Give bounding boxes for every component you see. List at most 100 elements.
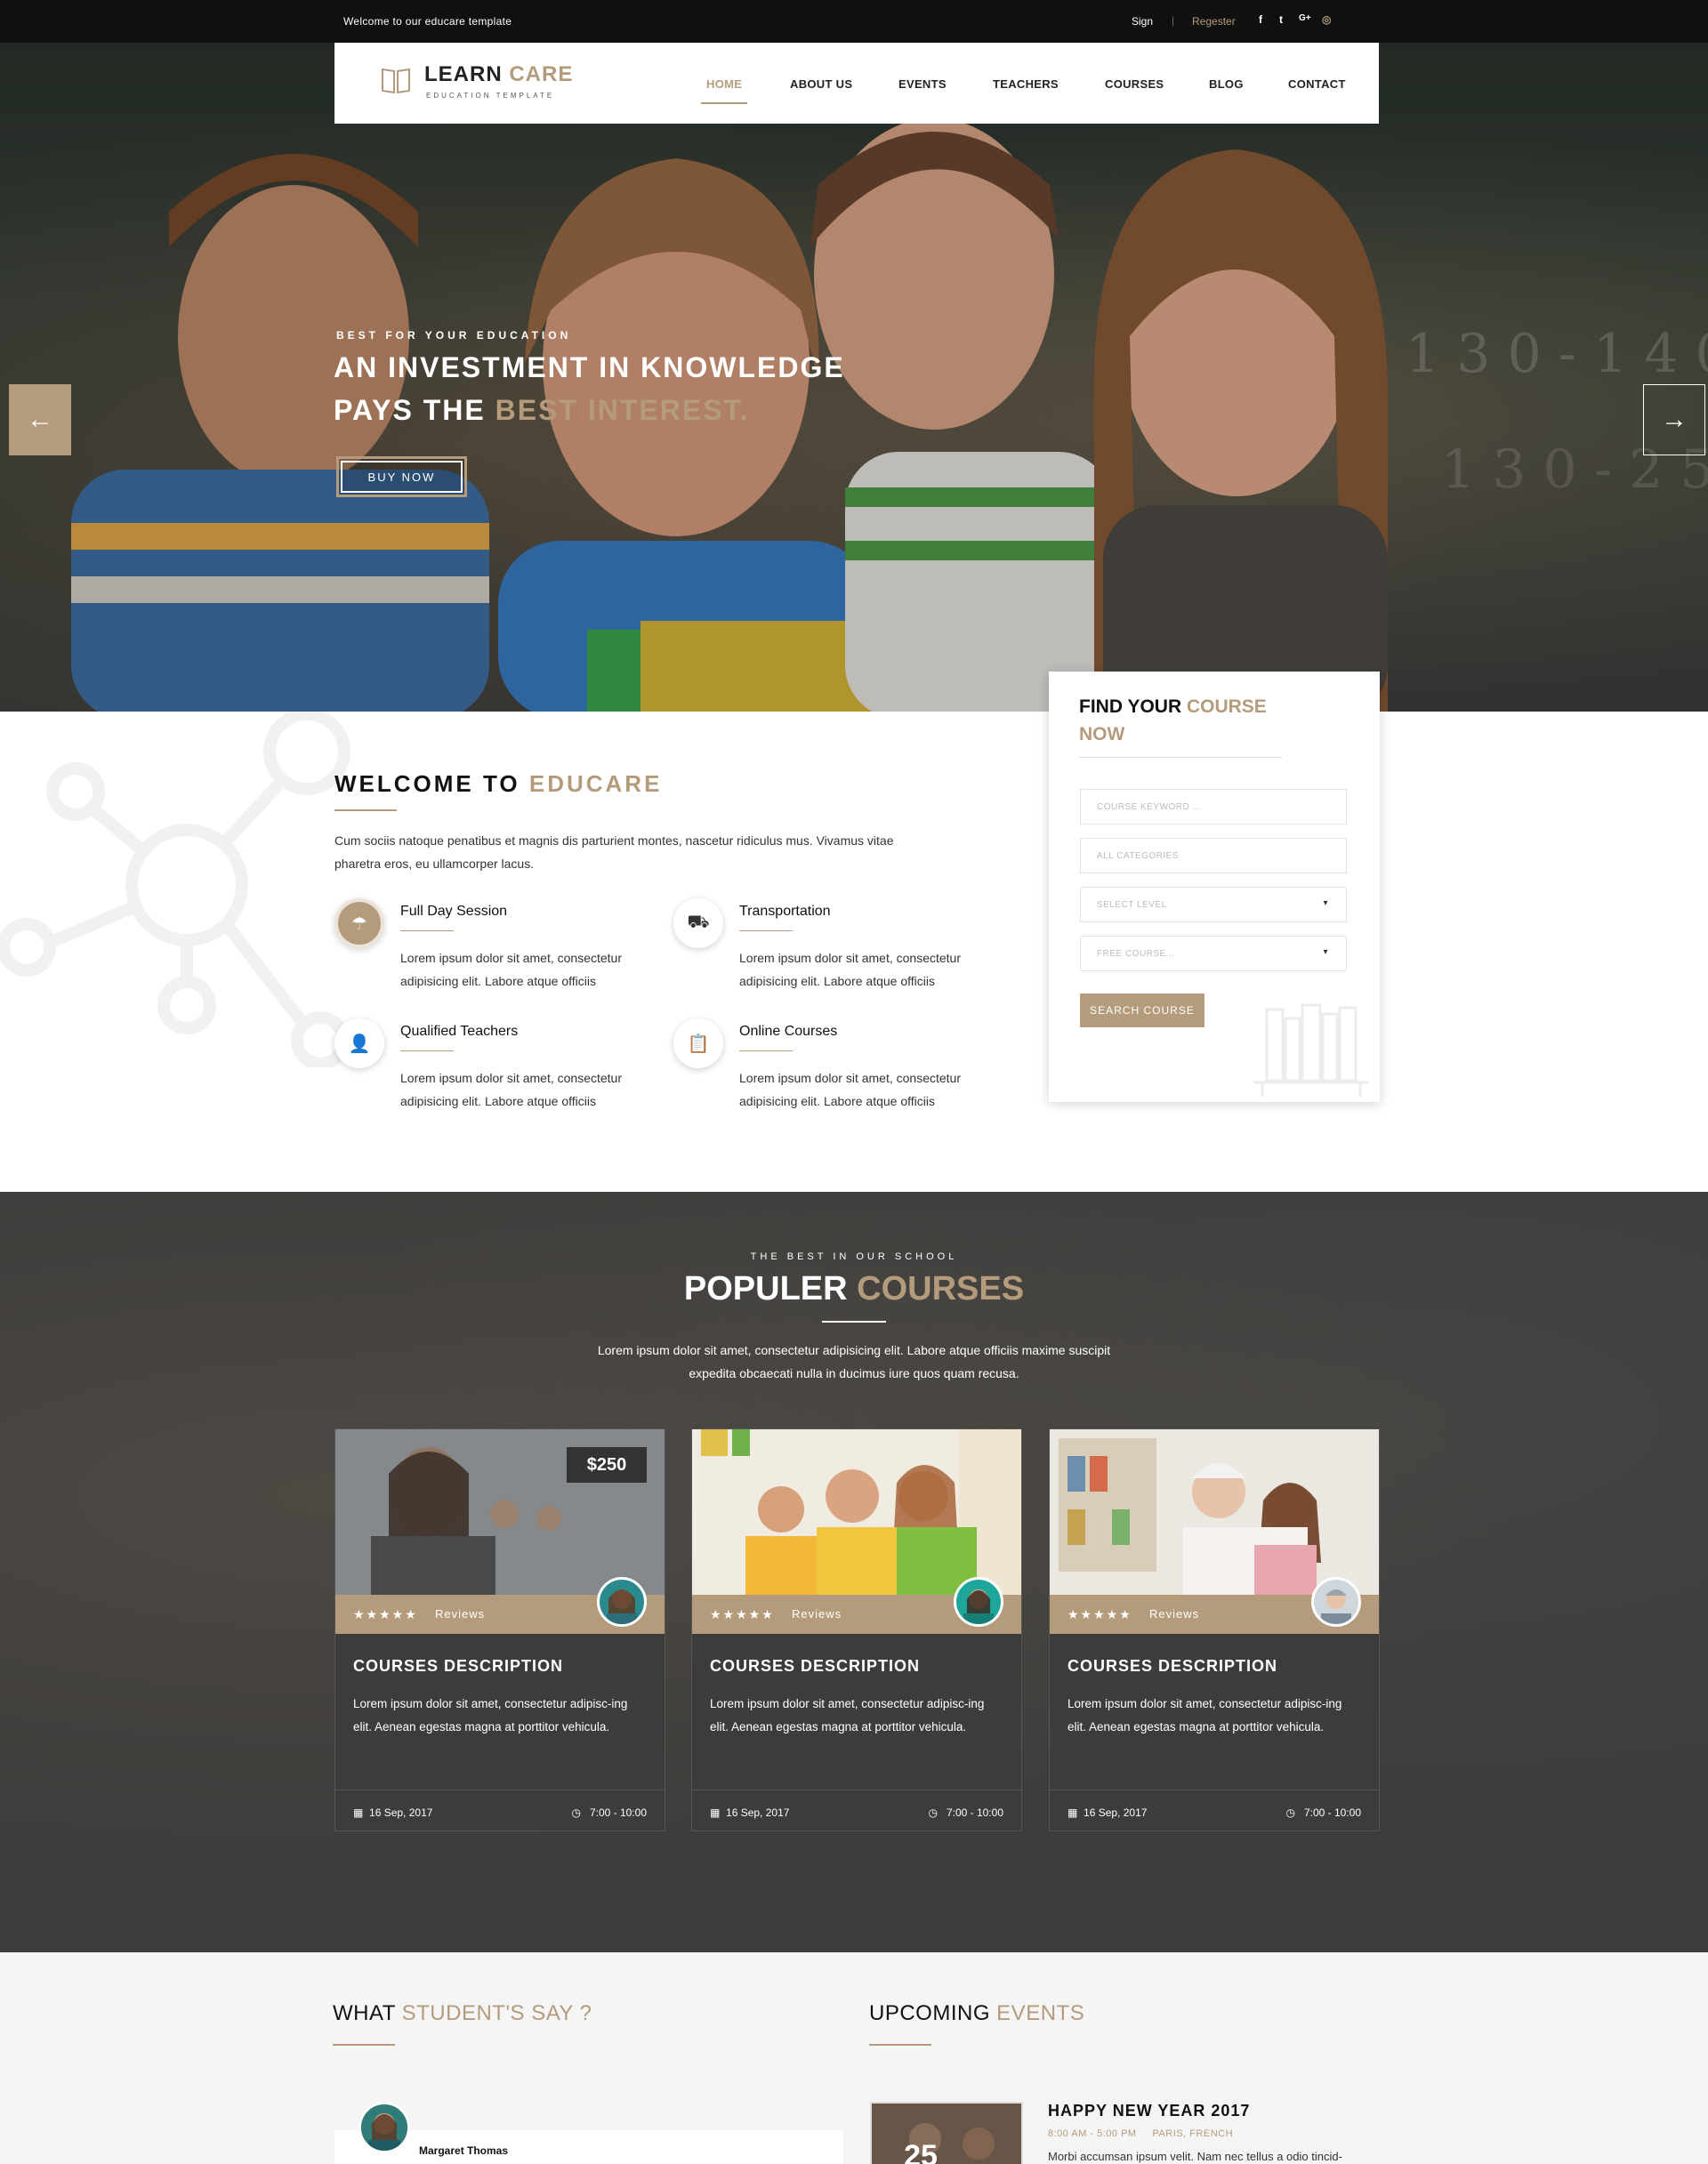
all-categories-input[interactable]: ALL CATEGORIES	[1080, 838, 1347, 873]
nav-events[interactable]: EVENTS	[898, 77, 947, 91]
nav-home[interactable]: HOME	[706, 77, 742, 91]
find-course-title-part1: FIND YOUR	[1079, 696, 1187, 717]
feature-title: Qualified Teachers	[400, 1024, 519, 1039]
course-title[interactable]: COURSES DESCRIPTION	[353, 1657, 563, 1676]
slider-next-button[interactable]: →	[1643, 384, 1705, 455]
reviews-label: Reviews	[1149, 1607, 1200, 1621]
course-date-value: 16 Sep, 2017	[726, 1806, 790, 1819]
course-description: Lorem ipsum dolor sit amet, consectetur …	[353, 1697, 628, 1734]
hero-pretitle: BEST FOR YOUR EDUCATION	[336, 329, 572, 342]
clock-icon: ◷	[928, 1806, 938, 1819]
calendar-icon: ▦	[710, 1806, 721, 1819]
open-book-icon	[382, 68, 410, 94]
find-course-title-part2: COURSE	[1186, 696, 1267, 717]
nav-about-us[interactable]: ABOUT US	[790, 77, 852, 91]
student-avatar	[359, 2102, 410, 2153]
testimonials-title: WHAT STUDENT'S SAY ?	[333, 2001, 592, 2026]
user-icon: 👤	[334, 1018, 384, 1068]
course-date-value: 16 Sep, 2017	[369, 1806, 433, 1819]
course-image	[692, 1429, 1021, 1595]
calendar-icon: ▦	[353, 1806, 364, 1819]
feature-text: Lorem ipsum dolor sit amet, consectetur …	[400, 1071, 622, 1108]
reviews-label: Reviews	[435, 1607, 486, 1621]
testimonials-title-part1: WHAT	[333, 2001, 402, 2025]
select-level-dropdown[interactable]: SELECT LEVEL ▾	[1080, 887, 1347, 922]
nav-blog[interactable]: BLOG	[1209, 77, 1244, 91]
teacher-avatar[interactable]	[954, 1577, 1003, 1627]
feature-title: Online Courses	[739, 1024, 838, 1039]
teacher-avatar[interactable]	[1311, 1577, 1361, 1627]
welcome-title-underline	[334, 809, 397, 811]
course-keyword-input[interactable]: COURSE KEYWORD ...	[1080, 789, 1347, 825]
course-date: ▦ 16 Sep, 2017	[1068, 1806, 1147, 1819]
course-card[interactable]: $250 ★★★★★ Reviews COURSES DESCRIPTION L…	[334, 1428, 665, 1831]
hero-headline-line2: PAYS THE BEST INTEREST.	[334, 394, 749, 427]
search-course-button[interactable]: SEARCH COURSE	[1080, 994, 1204, 1027]
welcome-text: Cum sociis natoque penatibus et magnis d…	[334, 833, 894, 871]
testimonials-title-underline	[333, 2044, 395, 2046]
chevron-down-icon: ▾	[1323, 947, 1328, 957]
clock-icon: ◷	[1285, 1806, 1295, 1819]
free-course-dropdown[interactable]: FREE COURSE... ▾	[1080, 936, 1347, 971]
feature-underline	[739, 930, 793, 931]
hero-headline-gold: BEST INTEREST.	[495, 394, 750, 426]
feature-text: Lorem ipsum dolor sit amet, consectetur …	[739, 1071, 961, 1108]
slider-prev-button[interactable]: ←	[9, 384, 71, 455]
nav-courses[interactable]: COURSES	[1105, 77, 1164, 91]
umbrella-icon: ☂	[334, 898, 384, 948]
find-course-panel: FIND YOUR COURSE NOW COURSE KEYWORD ... A…	[1049, 672, 1380, 1102]
hero-headline-white: PAYS THE	[334, 394, 495, 426]
event-title[interactable]: HAPPY NEW YEAR 2017	[1048, 2102, 1250, 2120]
clock-icon: ◷	[571, 1806, 581, 1819]
course-title[interactable]: COURSES DESCRIPTION	[710, 1657, 920, 1676]
hero-photo-students: 1 3 0 - 1 4 0 1 3 0 - 2 5 0	[0, 43, 1708, 712]
course-rating-bar: ★★★★★ Reviews	[1050, 1577, 1379, 1634]
molecule-decoration	[0, 712, 350, 1067]
register-link[interactable]: Regester	[1192, 15, 1236, 28]
event-time: 8:00 AM - 5:00 PM	[1048, 2128, 1137, 2139]
event-image[interactable]: 25	[870, 2102, 1023, 2164]
clipboard-icon: 📋	[673, 1018, 723, 1068]
section-title-underline	[822, 1321, 886, 1323]
teacher-avatar[interactable]	[597, 1577, 647, 1627]
nav-teachers[interactable]: TEACHERS	[993, 77, 1059, 91]
feature-title: Full Day Session	[400, 904, 508, 919]
course-image	[1050, 1429, 1379, 1595]
popular-courses-section: THE BEST IN OUR SCHOOL POPULER COURSES L…	[0, 1192, 1708, 1952]
event-meta: 8:00 AM - 5:00 PM PARIS, FRENCH	[1048, 2128, 1233, 2139]
course-description: Lorem ipsum dolor sit amet, consectetur …	[710, 1697, 985, 1734]
event-day: 25	[904, 2139, 938, 2164]
student-name: Margaret Thomas	[419, 2144, 509, 2157]
course-card[interactable]: ★★★★★ Reviews COURSES DESCRIPTION Lorem …	[1049, 1428, 1380, 1831]
hero-slider: 1 3 0 - 1 4 0 1 3 0 - 2 5 0 ← → BEST FOR…	[0, 43, 1708, 712]
welcome-title: WELCOME TO EDUCARE	[334, 770, 662, 798]
hero-headline-line1: AN INVESTMENT IN KNOWLEDGE	[334, 351, 845, 383]
facebook-icon[interactable]: f	[1259, 13, 1262, 26]
star-rating-icon: ★★★★★	[710, 1607, 775, 1621]
dribbble-icon[interactable]: ◎	[1322, 13, 1331, 26]
twitter-icon[interactable]: t	[1279, 13, 1283, 26]
nav-contact[interactable]: CONTACT	[1288, 77, 1346, 91]
event-place: PARIS, FRENCH	[1152, 2128, 1234, 2139]
testimonial-card	[334, 2130, 843, 2164]
logo-text[interactable]: LEARN CARE	[424, 62, 573, 87]
calendar-icon: ▦	[1068, 1806, 1078, 1819]
events-title-part2: EVENTS	[996, 2001, 1085, 2025]
welcome-message: Welcome to our educare template	[343, 15, 512, 28]
find-course-title: FIND YOUR COURSE NOW	[1079, 693, 1293, 748]
feature-underline	[400, 1050, 454, 1051]
course-card[interactable]: ★★★★★ Reviews COURSES DESCRIPTION Lorem …	[691, 1428, 1022, 1831]
buy-now-button[interactable]: BUY NOW	[336, 456, 467, 497]
events-title-part1: UPCOMING	[869, 2001, 997, 2025]
course-rating-bar: ★★★★★ Reviews	[692, 1577, 1021, 1634]
main-header: LEARN CARE EDUCATION TEMPLATE HOME ABOUT…	[334, 43, 1379, 124]
course-title[interactable]: COURSES DESCRIPTION	[1068, 1657, 1277, 1676]
chevron-down-icon: ▾	[1323, 898, 1328, 908]
google-plus-icon[interactable]: G+	[1299, 13, 1311, 23]
course-date: ▦ 16 Sep, 2017	[353, 1806, 432, 1819]
section-title-part2: COURSES	[857, 1270, 1025, 1307]
top-bar: Welcome to our educare template Sign | R…	[0, 0, 1708, 43]
events-title-underline	[869, 2044, 931, 2046]
sign-in-link[interactable]: Sign	[1132, 15, 1153, 28]
nav-active-underline	[701, 102, 747, 104]
